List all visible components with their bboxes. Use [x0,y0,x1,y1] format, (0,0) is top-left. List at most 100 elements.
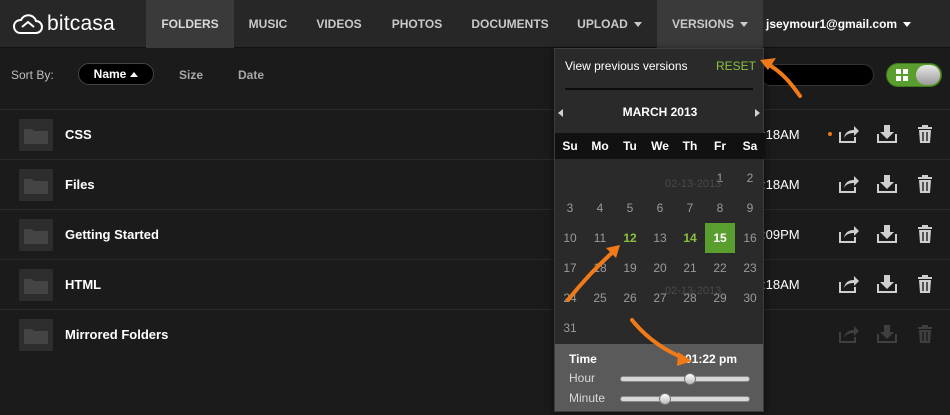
calendar-day[interactable]: 21 [675,253,705,283]
download-icon[interactable] [876,324,898,344]
file-modified: :18AM [762,127,800,142]
brand-name: bitcasa [47,12,115,35]
calendar-day[interactable]: 2 [735,163,765,193]
top-nav: bitcasa FOLDERS MUSIC VIDEOS PHOTOS DOCU… [0,0,950,48]
calendar-day[interactable]: 19 [615,253,645,283]
time-value: 01:22 pm [685,352,738,366]
file-name[interactable]: CSS [65,127,92,142]
brand-logo[interactable]: bitcasa [13,12,115,36]
view-toggle[interactable] [886,63,942,87]
background-date: 02-13-2013 [665,178,722,190]
nav-photos-label: PHOTOS [391,17,443,31]
search-input[interactable] [760,64,874,86]
calendar-month: MARCH 2013 [622,105,698,119]
share-icon[interactable] [838,274,860,294]
nav-videos-label: VIDEOS [316,17,362,31]
file-name[interactable]: Mirrored Folders [65,327,168,342]
calendar-day[interactable]: 18 [585,253,615,283]
calendar-day[interactable]: 30 [735,283,765,313]
nav-upload[interactable]: UPLOAD [562,0,657,48]
user-menu[interactable]: jseymour1@gmail.com [766,0,912,48]
download-icon[interactable] [876,124,898,144]
hour-slider-handle[interactable] [684,373,697,385]
nav-folders-label: FOLDERS [161,17,219,31]
calendar-day[interactable]: 5 [615,193,645,223]
sort-name-label: Name [93,67,127,81]
file-row[interactable]: Mirrored Folders [0,309,950,359]
calendar-day[interactable]: 3 [555,193,585,223]
download-icon[interactable] [876,224,898,244]
weekday-header: Su Mo Tu We Th Fr Sa [555,133,765,159]
download-icon[interactable] [876,274,898,294]
minute-slider-handle[interactable] [658,393,671,405]
minute-slider[interactable] [620,393,750,405]
calendar-day[interactable]: 13 [645,223,675,253]
folder-thumbnail [19,269,53,301]
sort-by-size-button[interactable]: Size [179,68,203,82]
folder-thumbnail [19,169,53,201]
weekday-label: Tu [623,139,637,153]
file-row[interactable]: Getting Started :09PM [0,209,950,259]
share-icon[interactable] [838,174,860,194]
file-row[interactable]: HTML :18AM [0,259,950,309]
hour-label: Hour [569,371,596,385]
calendar-day[interactable]: 25 [585,283,615,313]
calendar-day[interactable]: 26 [615,283,645,313]
calendar-day[interactable]: 23 [735,253,765,283]
next-month-icon[interactable] [755,109,760,117]
nav-music[interactable]: MUSIC [234,0,302,48]
calendar-day[interactable]: 9 [735,193,765,223]
versions-dropdown: View previous versions RESET MARCH 2013 … [554,48,765,412]
file-name[interactable]: HTML [65,277,101,292]
calendar-day[interactable]: 6 [645,193,675,223]
nav-photos[interactable]: PHOTOS [376,0,458,48]
share-icon[interactable] [838,224,860,244]
weekday-label: Fr [714,139,726,153]
nav-folders[interactable]: FOLDERS [146,0,234,48]
calendar-day[interactable]: 8 [705,193,735,223]
file-modified: :18AM [762,277,800,292]
trash-icon[interactable] [914,324,936,344]
trash-icon[interactable] [914,174,936,194]
nav-videos[interactable]: VIDEOS [302,0,376,48]
calendar-day[interactable]: 20 [645,253,675,283]
trash-icon[interactable] [914,224,936,244]
calendar-day[interactable]: 10 [555,223,585,253]
hour-slider[interactable] [620,373,750,385]
cloud-logo-icon [13,14,43,34]
toggle-knob [916,65,940,85]
calendar-day[interactable]: 22 [705,253,735,283]
time-picker: Time 01:22 pm Hour Minute [555,344,763,411]
time-label: Time [569,352,597,366]
nav-upload-label: UPLOAD [577,17,628,31]
calendar-day[interactable]: 11 [585,223,615,253]
reset-button[interactable]: RESET [716,59,756,73]
download-icon[interactable] [876,174,898,194]
share-icon[interactable] [838,124,860,144]
calendar-day[interactable]: 4 [585,193,615,223]
calendar-day[interactable]: 15 [705,223,735,253]
calendar-day[interactable]: 16 [735,223,765,253]
calendar-day[interactable]: 31 [555,313,585,343]
folder-thumbnail [19,119,53,151]
file-row[interactable]: CSS :18AM [0,109,950,159]
trash-icon[interactable] [914,274,936,294]
calendar-day[interactable]: 12 [615,223,645,253]
file-row[interactable]: Files:18AM [0,159,950,209]
nav-music-label: MUSIC [248,17,288,31]
chevron-down-icon [740,22,748,28]
nav-versions[interactable]: VERSIONS [657,0,763,48]
file-name[interactable]: Getting Started [65,227,159,242]
chevron-down-icon [903,22,912,28]
calendar-day[interactable]: 14 [675,223,705,253]
trash-icon[interactable] [914,124,936,144]
sort-by-date-button[interactable]: Date [238,68,264,82]
share-icon[interactable] [838,324,860,344]
calendar-day[interactable]: 17 [555,253,585,283]
file-name[interactable]: Files [65,177,95,192]
calendar-day[interactable]: 24 [555,283,585,313]
calendar-day[interactable]: 7 [675,193,705,223]
nav-documents[interactable]: DOCUMENTS [458,0,562,48]
sort-by-name-button[interactable]: Name [78,63,154,85]
file-modified: :09PM [762,227,800,242]
